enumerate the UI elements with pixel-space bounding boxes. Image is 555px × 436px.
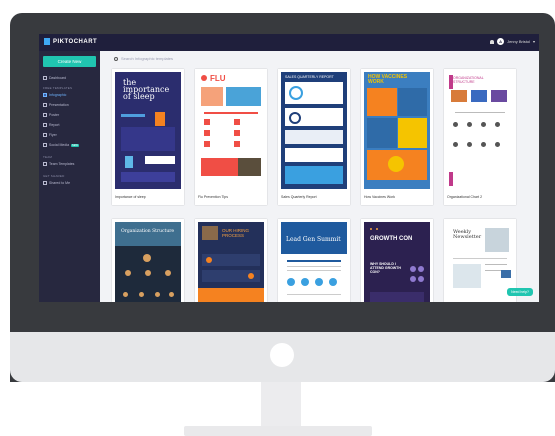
template-card-flu-prevention[interactable]: FLU Flu Prevention Tips — [195, 69, 267, 205]
template-card-organizational-chart-2[interactable]: ORGANIZATIONAL STRUCTURE Organizational … — [444, 69, 516, 205]
template-thumbnail: HOW VACCINES WORK — [364, 72, 430, 189]
template-card-hiring-process[interactable]: OUR HIRING PROCESS — [195, 219, 267, 302]
template-gallery: Search Infographic templates the importa… — [100, 51, 539, 302]
card-caption: Importance of sleep — [115, 195, 146, 199]
template-card-sales-quarterly-report[interactable]: SALES QUARTERLY REPORT Sales Quarterly R… — [278, 69, 350, 205]
sidebar-item-social-media[interactable]: Social Media NEW — [43, 143, 79, 147]
template-thumbnail: the importance of sleep — [115, 72, 181, 189]
user-menu[interactable]: A Jenny Bristol ▾ — [490, 38, 535, 45]
monitor-stand-base — [184, 426, 372, 436]
sidebar-item-label: Flyer — [49, 133, 57, 137]
sidebar-item-label: Infographic — [49, 93, 67, 97]
template-thumbnail: OUR HIRING PROCESS — [198, 222, 264, 302]
template-thumbnail: FLU — [198, 72, 264, 189]
card-caption: Organizational Chart 2 — [447, 195, 483, 199]
template-card-lead-gen-summit[interactable]: Lead Gen Summit — [278, 219, 350, 302]
app-logo[interactable]: PIKTOCHART — [44, 38, 97, 45]
sidebar-item-label: Team Templates — [49, 162, 75, 166]
card-caption: How Vaccines Work — [364, 195, 395, 199]
search-bar[interactable]: Search Infographic templates — [114, 56, 173, 61]
report-icon — [43, 123, 47, 127]
sidebar-item-team-templates[interactable]: Team Templates — [43, 162, 74, 166]
sidebar-item-shared-to-me[interactable]: Shared to Me — [43, 181, 70, 185]
thumbnail-title: Organization Structure — [121, 229, 175, 234]
thumbnail-title: the importance of sleep — [123, 78, 170, 101]
template-card-how-vaccines-work[interactable]: HOW VACCINES WORK How Vaccines Work — [361, 69, 433, 205]
sidebar-item-label: Report — [49, 123, 60, 127]
monitor-stand — [261, 382, 301, 426]
thumbnail-title: Lead Gen Summit — [286, 236, 341, 243]
power-button-icon — [270, 343, 294, 367]
template-thumbnail: GROWTH CON WHY SHOULD I ATTEND GROWTH CO… — [364, 222, 430, 302]
create-new-button[interactable]: Create New — [43, 56, 96, 67]
sidebar-item-label: Social Media — [49, 143, 70, 147]
thumbnail-title: Weekly Newsletter — [453, 229, 482, 240]
sidebar-item-label: Dashboard — [49, 76, 67, 80]
template-thumbnail: Weekly Newsletter — [447, 222, 513, 302]
top-bar: PIKTOCHART A Jenny Bristol ▾ — [39, 34, 539, 51]
section-get-shared: GET SHARED — [43, 174, 65, 178]
infographic-icon — [43, 93, 47, 97]
dashboard-icon — [43, 76, 47, 80]
shared-icon — [43, 181, 47, 185]
thumbnail-title: GROWTH CON — [370, 236, 413, 242]
thumbnail-title: SALES QUARTERLY REPORT — [285, 75, 334, 79]
social-media-icon — [43, 143, 47, 147]
thumbnail-title: FLU — [210, 74, 226, 83]
need-help-button[interactable]: Need help? — [507, 288, 533, 296]
thumbnail-title: OUR HIRING PROCESS — [222, 228, 249, 238]
sidebar-item-poster[interactable]: Poster — [43, 113, 59, 117]
chevron-down-icon[interactable]: ▾ — [533, 39, 535, 44]
sidebar-item-label: Presentation — [49, 103, 69, 107]
bell-icon[interactable] — [490, 39, 495, 44]
avatar[interactable]: A — [497, 38, 505, 45]
template-card-importance-of-sleep[interactable]: the importance of sleep Importance of sl… — [112, 69, 184, 205]
sidebar-item-flyer[interactable]: Flyer — [43, 133, 57, 137]
template-thumbnail: Organization Structure — [115, 222, 181, 302]
template-thumbnail: ORGANIZATIONAL STRUCTURE — [447, 72, 513, 189]
new-badge: NEW — [71, 143, 79, 147]
card-caption: Flu Prevention Tips — [198, 195, 228, 199]
sidebar-item-label: Poster — [49, 113, 60, 117]
search-icon — [114, 56, 118, 61]
section-team: TEAM — [43, 155, 53, 159]
template-card-weekly-newsletter[interactable]: Weekly Newsletter — [444, 219, 516, 302]
sidebar-item-infographic[interactable]: Infographic — [43, 93, 66, 97]
app-screen: PIKTOCHART A Jenny Bristol ▾ Create New … — [39, 34, 539, 302]
thumbnail-title: ORGANIZATIONAL STRUCTURE — [453, 76, 484, 84]
sidebar: Create New Dashboard FREE TEMPLATES Info… — [39, 51, 100, 302]
template-thumbnail: Lead Gen Summit — [281, 222, 347, 302]
template-card-organization-structure[interactable]: Organization Structure — [112, 219, 184, 302]
thumbnail-title: HOW VACCINES WORK — [368, 74, 408, 85]
sidebar-item-report[interactable]: Report — [43, 123, 60, 127]
thumbnail-subtitle: WHY SHOULD I ATTEND GROWTH CON? — [370, 262, 401, 274]
poster-icon — [43, 113, 47, 117]
template-thumbnail: SALES QUARTERLY REPORT — [281, 72, 347, 189]
flyer-icon — [43, 133, 47, 137]
sidebar-item-presentation[interactable]: Presentation — [43, 103, 69, 107]
card-caption: Sales Quarterly Report — [281, 195, 317, 199]
team-templates-icon — [43, 162, 47, 166]
search-input[interactable]: Search Infographic templates — [121, 56, 173, 61]
presentation-icon — [43, 103, 47, 107]
section-free-templates: FREE TEMPLATES — [43, 86, 73, 90]
sidebar-item-label: Shared to Me — [49, 181, 71, 185]
sidebar-item-dashboard[interactable]: Dashboard — [43, 76, 66, 80]
template-card-growth-con[interactable]: GROWTH CON WHY SHOULD I ATTEND GROWTH CO… — [361, 219, 433, 302]
logo-text: PIKTOCHART — [53, 38, 98, 45]
logo-icon — [44, 38, 50, 45]
user-name[interactable]: Jenny Bristol — [507, 39, 530, 44]
